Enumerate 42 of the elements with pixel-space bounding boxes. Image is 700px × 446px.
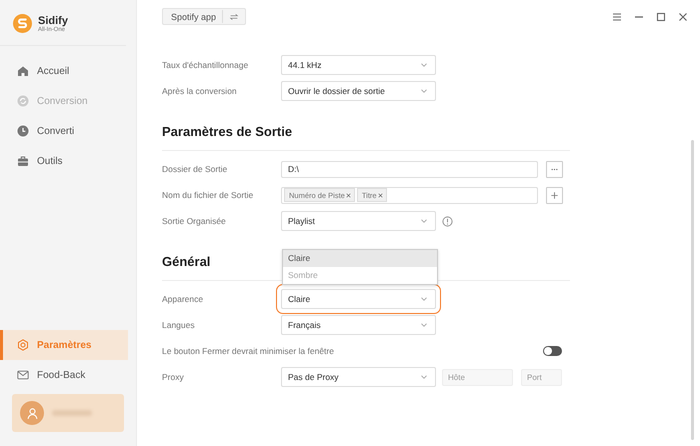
section-title: Paramètres de Sortie bbox=[162, 122, 570, 151]
clock-icon bbox=[17, 125, 29, 137]
setting-label: Langues bbox=[162, 320, 196, 330]
close-icon[interactable] bbox=[678, 12, 688, 22]
swap-icon bbox=[229, 12, 240, 22]
gear-icon bbox=[17, 339, 29, 351]
path-field[interactable]: D:\ bbox=[281, 160, 538, 178]
dropdown[interactable]: Pas de Proxy bbox=[281, 367, 436, 387]
scrollbar[interactable] bbox=[691, 140, 694, 440]
toggle-switch[interactable] bbox=[543, 346, 562, 356]
setting-label: Le bouton Fermer devrait minimiser la fenêtre bbox=[162, 346, 335, 356]
sidebar-item[interactable]: Accueil bbox=[0, 56, 136, 86]
home-icon bbox=[17, 65, 29, 77]
dropdown[interactable]: Ouvrir le dossier de sortie bbox=[281, 81, 436, 101]
dropdown[interactable]: Playlist bbox=[281, 211, 436, 231]
sidebar-item[interactable]: Converti bbox=[0, 116, 136, 146]
remove-icon[interactable] bbox=[376, 192, 384, 198]
person-icon bbox=[26, 406, 38, 420]
setting-label: Sortie Organisée bbox=[162, 216, 227, 226]
add-button[interactable] bbox=[546, 186, 563, 204]
app-name: Sidify bbox=[38, 14, 68, 26]
setting-label: Nom du fichier de Sortie bbox=[162, 190, 254, 200]
blurred-name bbox=[52, 410, 92, 416]
plus-icon bbox=[549, 190, 560, 200]
menu-icon[interactable] bbox=[612, 12, 622, 22]
logo-icon bbox=[13, 14, 32, 33]
setting-label: Dossier de Sortie bbox=[162, 164, 228, 174]
setting-label: Taux d'échantillonnage bbox=[162, 60, 250, 70]
setting-label: Après la conversion bbox=[162, 86, 238, 96]
toolbox-icon bbox=[17, 155, 29, 167]
dropdown[interactable]: Français bbox=[281, 315, 436, 335]
setting-label: Proxy bbox=[162, 372, 185, 382]
mail-icon bbox=[17, 369, 29, 381]
setting-label: Apparence bbox=[162, 294, 204, 304]
sidebar-item[interactable]: Food-Back bbox=[0, 360, 136, 390]
remove-icon[interactable] bbox=[344, 192, 352, 198]
dropdown[interactable]: 44.1 kHz bbox=[281, 55, 436, 75]
refresh-icon bbox=[17, 95, 29, 107]
maximize-icon[interactable] bbox=[656, 12, 666, 22]
dropdown-option[interactable]: Claire bbox=[283, 250, 437, 267]
source-button[interactable]: Spotify app bbox=[162, 8, 246, 25]
sidebar-item[interactable]: Outils bbox=[0, 146, 136, 176]
